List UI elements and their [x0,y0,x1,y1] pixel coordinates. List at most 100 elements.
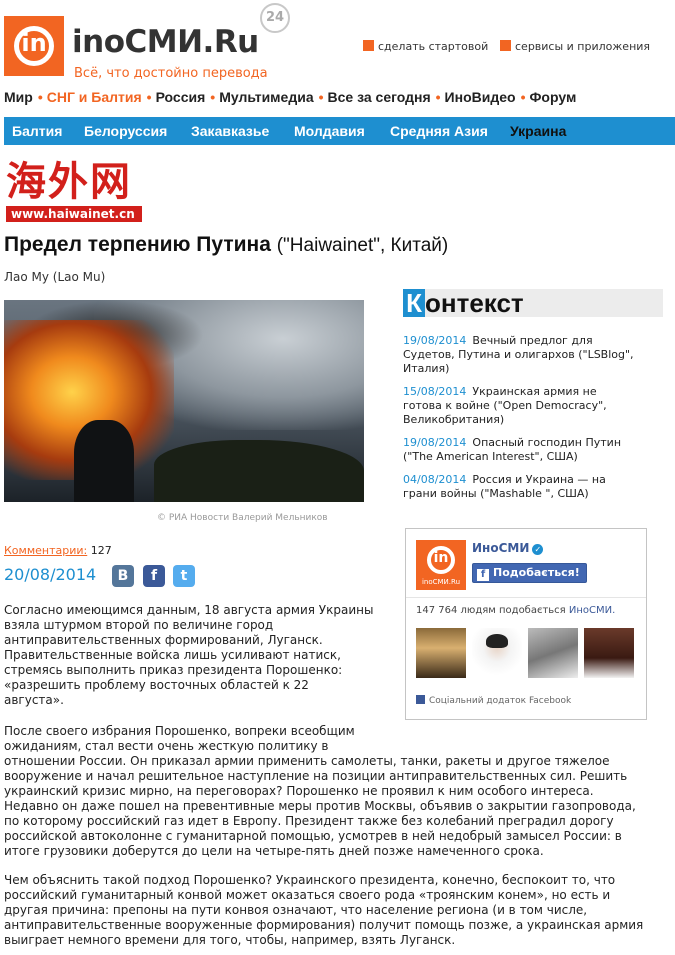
paragraph-line: Чем объяснить такой подход Порошенко? Ук… [4,873,616,887]
comments-info: Комментарии: 127 [4,544,112,557]
paragraph-line: Согласно имеющимся данным, 18 августа ар… [4,603,374,617]
fb-like-button[interactable]: f Подобається! [472,563,587,583]
paragraph-line: антиправительственных формирований, Луга… [4,633,323,647]
subnav-item-caucasus[interactable]: Закавказье [191,123,269,139]
fb-like-count-text: 147 764 людям подобається [416,605,569,616]
context-heading: К онтекст [403,289,663,317]
nav-dot: • [520,89,526,105]
context-item-title[interactable]: готова к войне ("Open Democracy", [403,399,665,413]
facebook-icon [416,695,425,704]
sub-nav: Балтия Белоруссия Закавказье Молдавия Ср… [4,117,675,145]
article-paragraph-3: Чем объяснить такой подход Порошенко? Ук… [4,873,668,948]
subnav-item-belarus[interactable]: Белоруссия [84,123,167,139]
context-item-title[interactable]: Великобритания) [403,413,665,427]
nav-item-forum[interactable]: Форум [529,89,576,105]
paragraph-line: итоге грузовики доберутся до цели на чет… [4,844,544,858]
photo-credit: © РИА Новости Валерий Мельников [157,513,328,523]
nav-item-cis-baltic[interactable]: СНГ и Балтия [47,89,142,105]
site-tagline: Всё, что достойно перевода [74,66,268,81]
nav-dot: • [210,89,216,105]
paragraph-line: ожиданиям, стал вести очень жесткую поли… [4,739,329,753]
paragraph-line: выиграет немного времени для того, чтобы… [4,933,456,947]
vk-share-icon[interactable]: В [112,565,134,587]
context-item-date: 04/08/2014 [403,473,467,486]
make-start-page-label: сделать стартовой [378,40,489,53]
facebook-like-box: in inoСМИ.Ru ИноСМИ ✓ f Подобається! 147 7… [405,528,647,720]
subnav-item-central-asia[interactable]: Средняя Азия [390,123,488,139]
context-item-date: 19/08/2014 [403,436,467,449]
context-item-title[interactable]: Украинская армия не [472,385,596,398]
article-paragraph-2: После своего избрания Порошенко, вопреки… [4,724,668,859]
fan-avatar[interactable] [472,628,522,678]
fan-avatar[interactable] [584,628,634,678]
context-item-title[interactable]: Судетов, Путина и олигархов ("LSBlog", [403,348,665,362]
context-item-title[interactable]: Опасный господин Путин [472,436,621,449]
context-item-title[interactable]: Россия и Украина — на [472,473,605,486]
nav-item-inovideo[interactable]: ИноВидео [445,89,516,105]
fb-page-name-text: ИноСМИ [472,541,530,555]
fb-avatar-letter: in [433,550,449,566]
logo-letter: in [21,29,47,57]
fb-avatar-caption: inoСМИ.Ru [421,578,461,586]
context-item[interactable]: 15/08/2014 Украинская армия не готова к в… [403,385,665,427]
comments-link[interactable]: Комментарии: [4,544,87,557]
paragraph-line: отношении России. Он приказал армии прим… [4,754,610,768]
paragraph-line: стремясь выполнить приказ президента Пор… [4,663,343,677]
nav-item-multimedia[interactable]: Мультимедиа [219,89,313,105]
fan-avatar[interactable] [528,628,578,678]
fb-like-count-page[interactable]: ИноСМИ. [569,605,615,616]
fb-page-avatar[interactable]: in inoСМИ.Ru [416,540,466,590]
article-title: Предел терпению Путина ("Haiwainet", Кит… [4,233,448,257]
paragraph-line: «разрешить проблему восточных областей к… [4,678,309,692]
haiwainet-logo: 海外网 www.haiwainet.cn [6,160,142,226]
context-item[interactable]: 04/08/2014 Россия и Украина — на грани во… [403,473,665,501]
gear-icon [500,40,511,51]
article-author: Лао Му (Lao Mu) [4,270,106,284]
subnav-item-moldova[interactable]: Молдавия [294,123,365,139]
fb-plugin-footer-text: Соціальний додаток Facebook [429,696,572,706]
twitter-share-icon[interactable]: t [173,565,195,587]
nav-item-world[interactable]: Мир [4,89,33,105]
context-item[interactable]: 19/08/2014 Вечный предлог для Судетов, Пу… [403,334,665,376]
context-heading-text: онтекст [425,288,524,318]
article-photo[interactable] [4,300,364,502]
haiwainet-logo-url: www.haiwainet.cn [6,206,142,222]
paragraph-line: Недавно он даже пошел на превентивные ме… [4,799,636,813]
paragraph-line: вооружение и начал решительное наступлен… [4,769,628,783]
services-link[interactable]: сервисы и приложения [500,40,650,53]
paragraph-line: российский гуманитарный конвой может ока… [4,888,611,902]
site-name[interactable]: inoСМИ.Ru [72,24,259,60]
context-item-title[interactable]: Вечный предлог для [472,334,592,347]
article-date: 20/08/2014 [4,565,97,584]
verified-check-icon: ✓ [532,544,544,555]
fb-page-name[interactable]: ИноСМИ ✓ [472,541,544,555]
context-item-date: 15/08/2014 [403,385,467,398]
haiwainet-logo-chinese: 海外网 [6,159,132,205]
facebook-share-icon[interactable]: f [143,565,165,587]
nav-item-russia[interactable]: Россия [156,89,206,105]
paragraph-line: взяла штурмом второй по величине город [4,618,274,632]
photo-person-silhouette [74,420,134,502]
context-item-title[interactable]: грани войны ("Mashable ", США) [403,487,665,501]
fb-plugin-footer[interactable]: Соціальний додаток Facebook [416,695,571,706]
subnav-item-baltic[interactable]: Балтия [12,123,62,139]
subnav-item-ukraine[interactable]: Украина [510,123,566,139]
nav-item-today[interactable]: Все за сегодня [328,89,431,105]
context-heading-letter: К [403,289,425,317]
age-rating-badge: 24 [260,3,290,33]
inosmi-logo[interactable]: in [4,16,64,76]
nav-dot: • [435,89,441,105]
home-icon [363,40,374,51]
context-item-title[interactable]: ("The American Interest", США) [403,450,665,464]
fan-avatar[interactable] [416,628,466,678]
article-source: ("Haiwainet", Китай) [276,235,449,256]
paragraph-line: украинский кризис мирно, на переговорах?… [4,784,594,798]
paragraph-line: другая причина: препоны на пути конвоя о… [4,903,588,917]
paragraph-line: После своего избрания Порошенко, вопреки… [4,724,355,738]
facebook-icon: f [477,569,489,581]
context-item[interactable]: 19/08/2014 Опасный господин Путин ("The A… [403,436,665,464]
context-item-title[interactable]: Италия) [403,362,665,376]
main-nav: Мир • СНГ и Балтия • Россия • Мультимедиа • Все … [4,89,579,105]
make-start-page-link[interactable]: сделать стартовой [363,40,488,53]
fb-divider [406,597,646,598]
